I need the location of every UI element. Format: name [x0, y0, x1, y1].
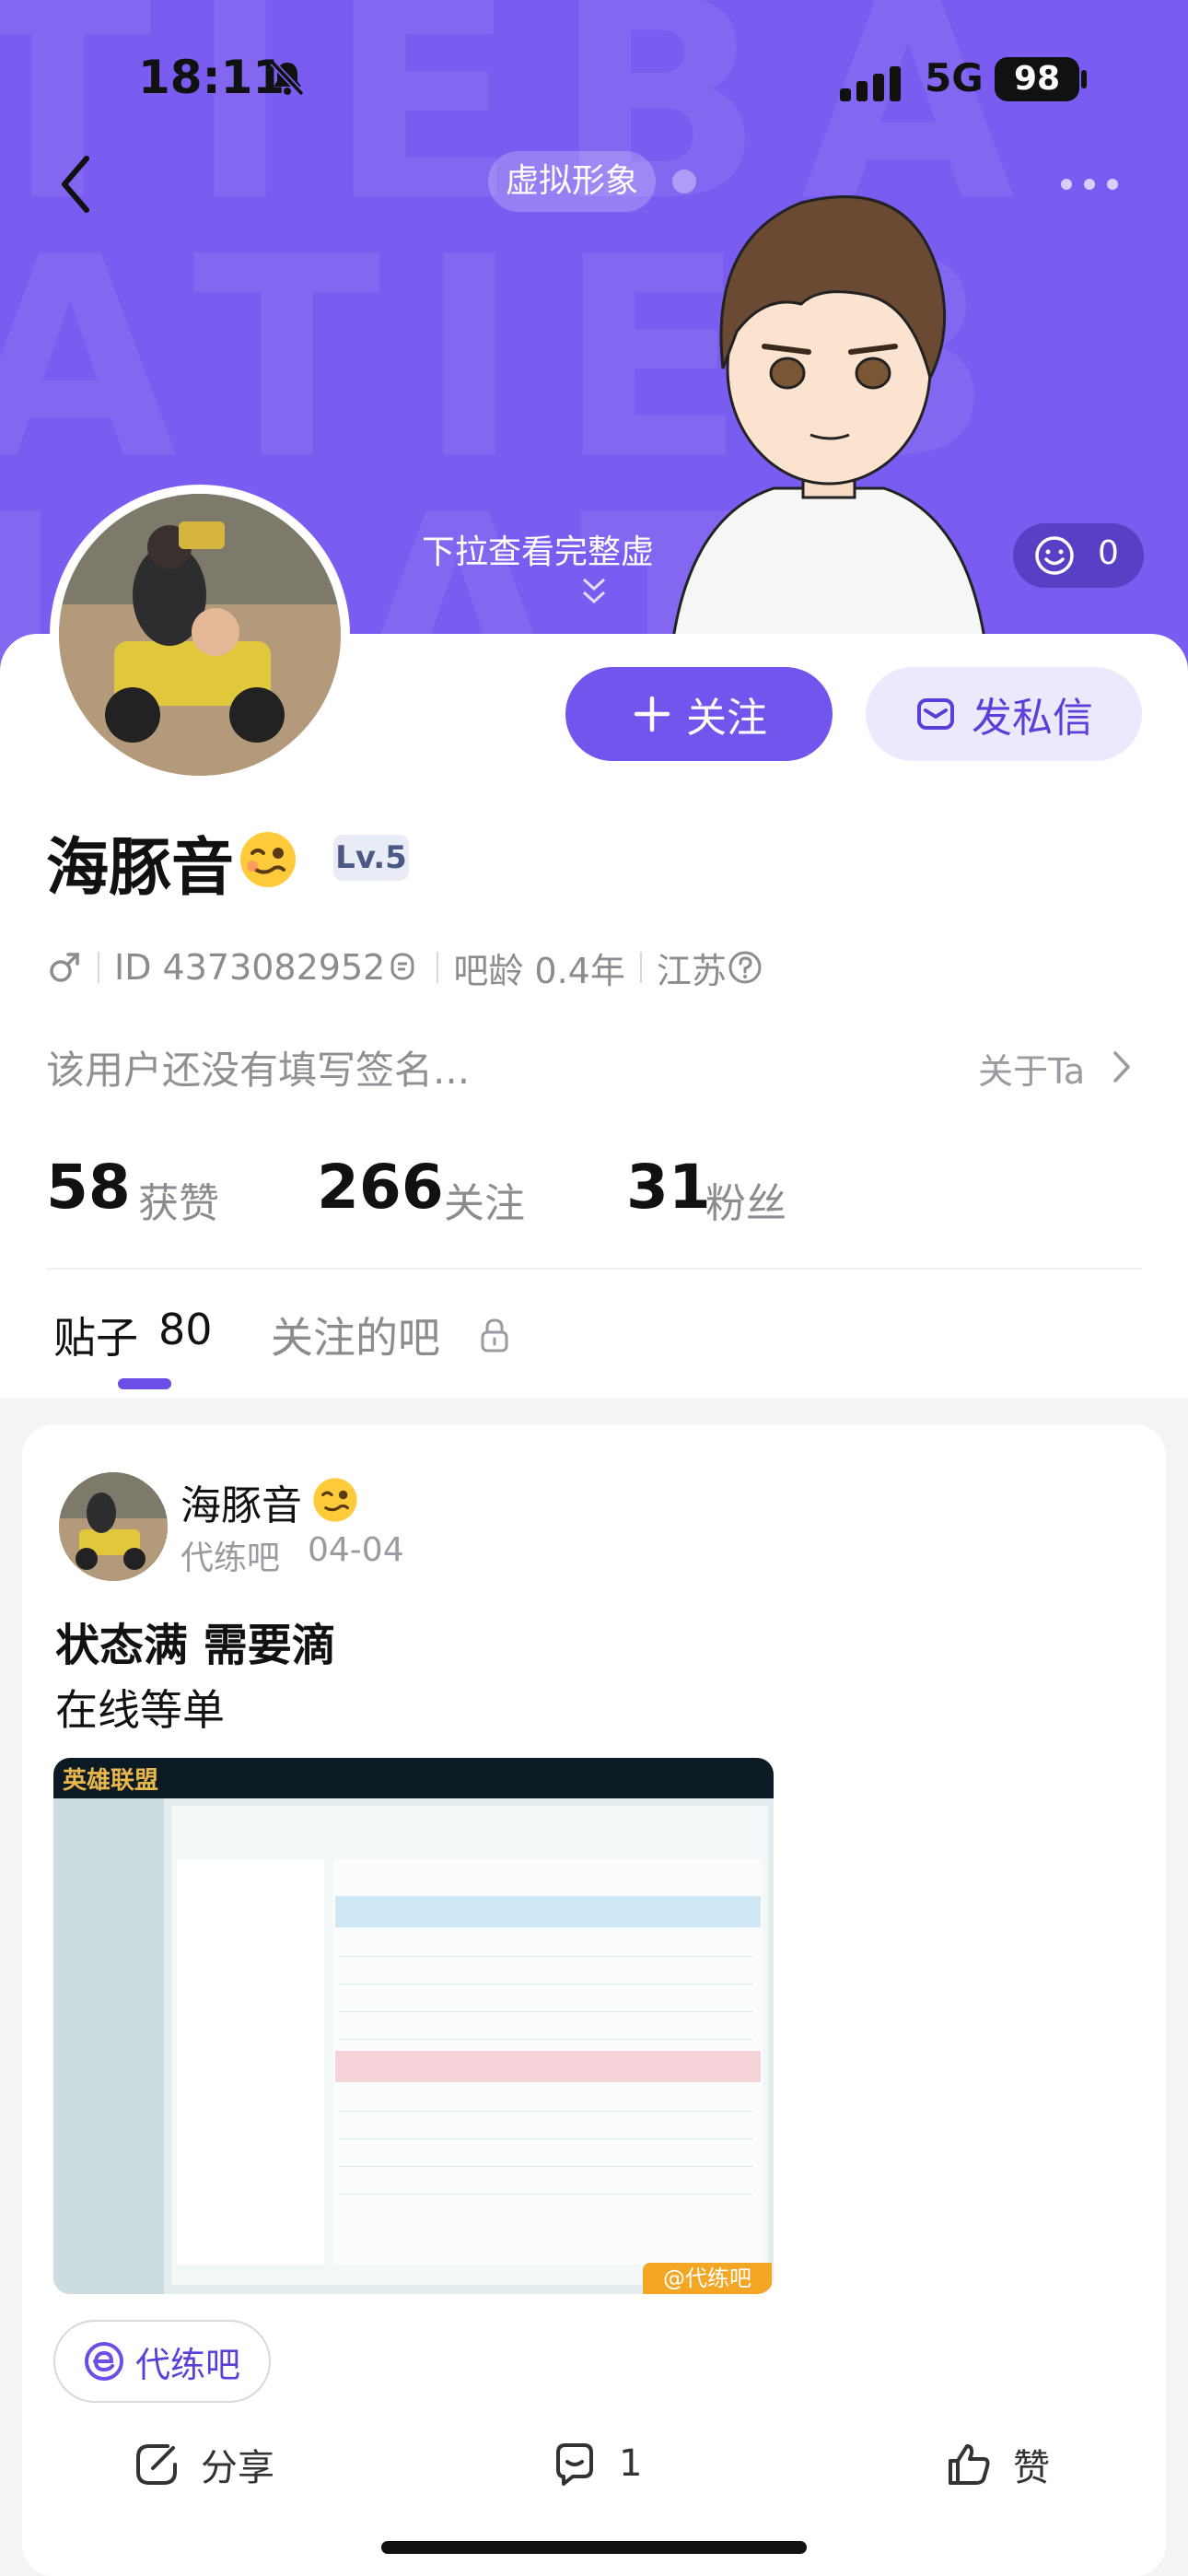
male-icon: [50, 953, 79, 982]
more-icon[interactable]: [1057, 175, 1122, 193]
double-chevron-down-icon: [582, 578, 606, 604]
tab-active-indicator: [118, 1378, 171, 1389]
image-row: [339, 2112, 753, 2139]
image-row: [339, 2084, 753, 2112]
battery-indicator: 98: [995, 57, 1079, 101]
profile-meta: ID 4373082952 吧龄 0.4年 江苏: [46, 940, 763, 995]
post-author-name[interactable]: 海豚音: [181, 1472, 302, 1531]
forum-logo-icon: [84, 2342, 123, 2381]
profile-avatar[interactable]: [50, 485, 350, 785]
share-icon: [136, 2444, 177, 2485]
image-watermark: @代练吧: [643, 2263, 772, 2294]
thumbs-up-icon: [949, 2444, 990, 2485]
fans-label[interactable]: 粉丝: [705, 1170, 786, 1229]
image-row: [339, 2139, 753, 2167]
copy-icon[interactable]: [385, 949, 422, 986]
post-date: 04-04: [308, 1531, 404, 1569]
virtual-avatar-pill[interactable]: 虚拟形象: [488, 151, 656, 212]
network-type: 5G: [925, 55, 984, 100]
image-header-bar: 英雄联盟: [53, 1758, 774, 1798]
status-time: 18:11: [138, 51, 285, 104]
post-author-avatar[interactable]: [59, 1472, 168, 1581]
tab-posts-count[interactable]: 80: [158, 1305, 213, 1354]
woozy-face-icon: [240, 832, 296, 887]
image-match-list: [177, 1859, 324, 2265]
divider: [46, 1268, 1142, 1270]
avatar-like-pill[interactable]: 0: [1013, 523, 1144, 588]
image-game-logo: 英雄联盟: [63, 1767, 159, 1795]
fans-count[interactable]: 31: [626, 1152, 711, 1223]
post-body[interactable]: 在线等单: [55, 1677, 225, 1738]
follow-button[interactable]: 关注: [565, 667, 833, 761]
share-label: 分享: [201, 2447, 274, 2489]
image-row: [339, 2167, 753, 2195]
image-sidebar: [53, 1798, 164, 2294]
status-bar: 18:11 5G 98: [0, 0, 1188, 157]
post-forum-name[interactable]: 代练吧: [181, 1531, 280, 1579]
comment-count: 1: [619, 2442, 643, 2485]
tab-followed-bars[interactable]: 关注的吧: [271, 1305, 440, 1365]
avatar-photo: [59, 494, 341, 776]
avatar-like-count: 0: [1098, 534, 1119, 572]
image-row: [339, 1957, 753, 1985]
image-blue-team-header: [335, 1896, 761, 1927]
like-button[interactable]: 赞: [943, 2438, 1050, 2491]
battery-tip: [1081, 70, 1087, 88]
about-link[interactable]: 关于Ta: [978, 1043, 1085, 1094]
likes-count: 58: [46, 1152, 131, 1223]
signal-icon: [840, 66, 901, 101]
bar-age: 吧龄 0.4年: [453, 950, 625, 991]
profile-name: 海豚音: [46, 832, 235, 905]
post-avatar-photo: [59, 1472, 168, 1581]
image-red-team-header: [335, 2051, 761, 2082]
share-button[interactable]: 分享: [131, 2438, 274, 2491]
woozy-face-icon: [313, 1478, 357, 1522]
user-id: ID 4373082952: [114, 947, 386, 988]
post-card[interactable]: 海豚音 代练吧 04-04 状态满 需要滴 在线等单 英雄联盟 @代练吧 代练吧…: [22, 1424, 1166, 2576]
virtual-avatar-character[interactable]: [635, 166, 1022, 645]
tab-posts[interactable]: 贴子: [53, 1305, 138, 1365]
following-count[interactable]: 266: [317, 1152, 444, 1223]
image-row: [339, 1985, 753, 2012]
comment-button[interactable]: 1: [549, 2438, 642, 2489]
pull-down-hint: 下拉查看完整虚: [422, 533, 655, 571]
follow-label: 关注: [686, 695, 767, 742]
following-label[interactable]: 关注: [444, 1170, 525, 1229]
chevron-right-icon[interactable]: [1111, 1048, 1133, 1085]
level-badge: Lv.5: [333, 835, 409, 881]
post-title[interactable]: 状态满 需要滴: [55, 1609, 336, 1673]
forum-tag[interactable]: 代练吧: [53, 2320, 271, 2403]
post-actions: 分享 1 赞: [22, 2438, 1166, 2512]
home-indicator[interactable]: [381, 2541, 807, 2554]
post-image[interactable]: 英雄联盟 @代练吧: [53, 1758, 774, 2294]
likes-label: 获赞: [138, 1180, 219, 1227]
signature: 该用户还没有填写签名...: [46, 1048, 471, 1093]
help-icon[interactable]: [727, 949, 763, 986]
silent-bell-icon: [270, 60, 305, 97]
lock-icon: [481, 1318, 508, 1352]
plus-icon: [634, 696, 670, 732]
image-row: [339, 2012, 753, 2040]
forum-tag-label: 代练吧: [134, 2344, 240, 2385]
smile-icon: [1035, 536, 1074, 575]
mail-icon: [917, 698, 954, 730]
image-row: [339, 1929, 753, 1957]
location: 江苏: [656, 950, 727, 991]
send-message-button[interactable]: 发私信: [866, 667, 1142, 761]
back-chevron-icon[interactable]: [53, 147, 99, 221]
message-label: 发私信: [972, 695, 1093, 742]
like-label: 赞: [1013, 2447, 1050, 2489]
comment-icon: [556, 2443, 593, 2486]
